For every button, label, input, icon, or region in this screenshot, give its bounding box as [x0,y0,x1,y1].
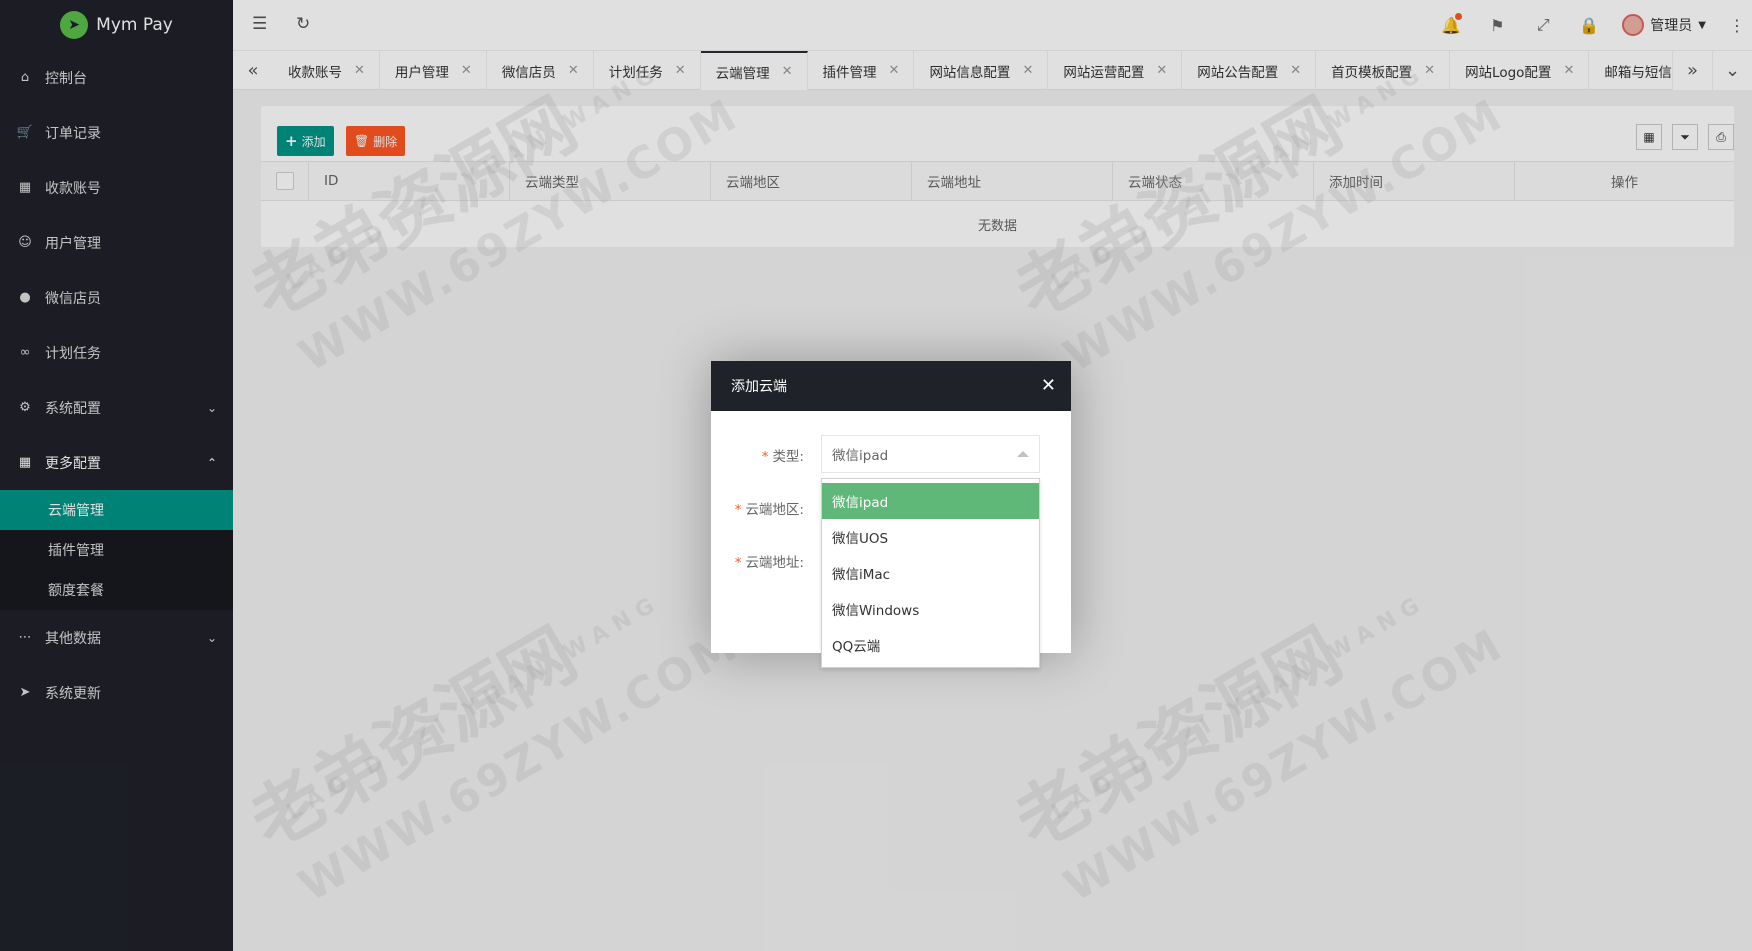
type-dropdown: 微信ipad 微信UOS 微信iMac 微信Windows QQ云端 [821,478,1040,668]
caret-up-icon [1017,451,1029,457]
dropdown-option[interactable]: 微信Windows [822,591,1039,627]
type-select-value: 微信ipad [832,448,889,464]
label-text: 类型: [772,449,804,465]
dropdown-option[interactable]: 微信UOS [822,519,1039,555]
required-mark: * [734,502,742,518]
label-text: 云端地区: [745,502,804,518]
dialog-title-bar: 添加云端 ✕ [711,361,1071,411]
type-select[interactable]: 微信ipad [821,435,1040,473]
region-field-label: * 云端地区: [711,498,804,518]
close-icon[interactable]: ✕ [1041,375,1056,396]
dropdown-option[interactable]: 微信ipad [822,483,1039,519]
required-mark: * [734,555,742,571]
dropdown-option[interactable]: 微信iMac [822,555,1039,591]
type-field-row: * 类型: 微信ipad [711,435,1071,473]
required-mark: * [761,449,769,465]
label-text: 云端地址: [745,555,804,571]
address-field-label: * 云端地址: [711,551,804,571]
dropdown-option[interactable]: QQ云端 [822,627,1039,663]
dialog-title: 添加云端 [731,379,787,395]
type-field-label: * 类型: [711,445,804,465]
